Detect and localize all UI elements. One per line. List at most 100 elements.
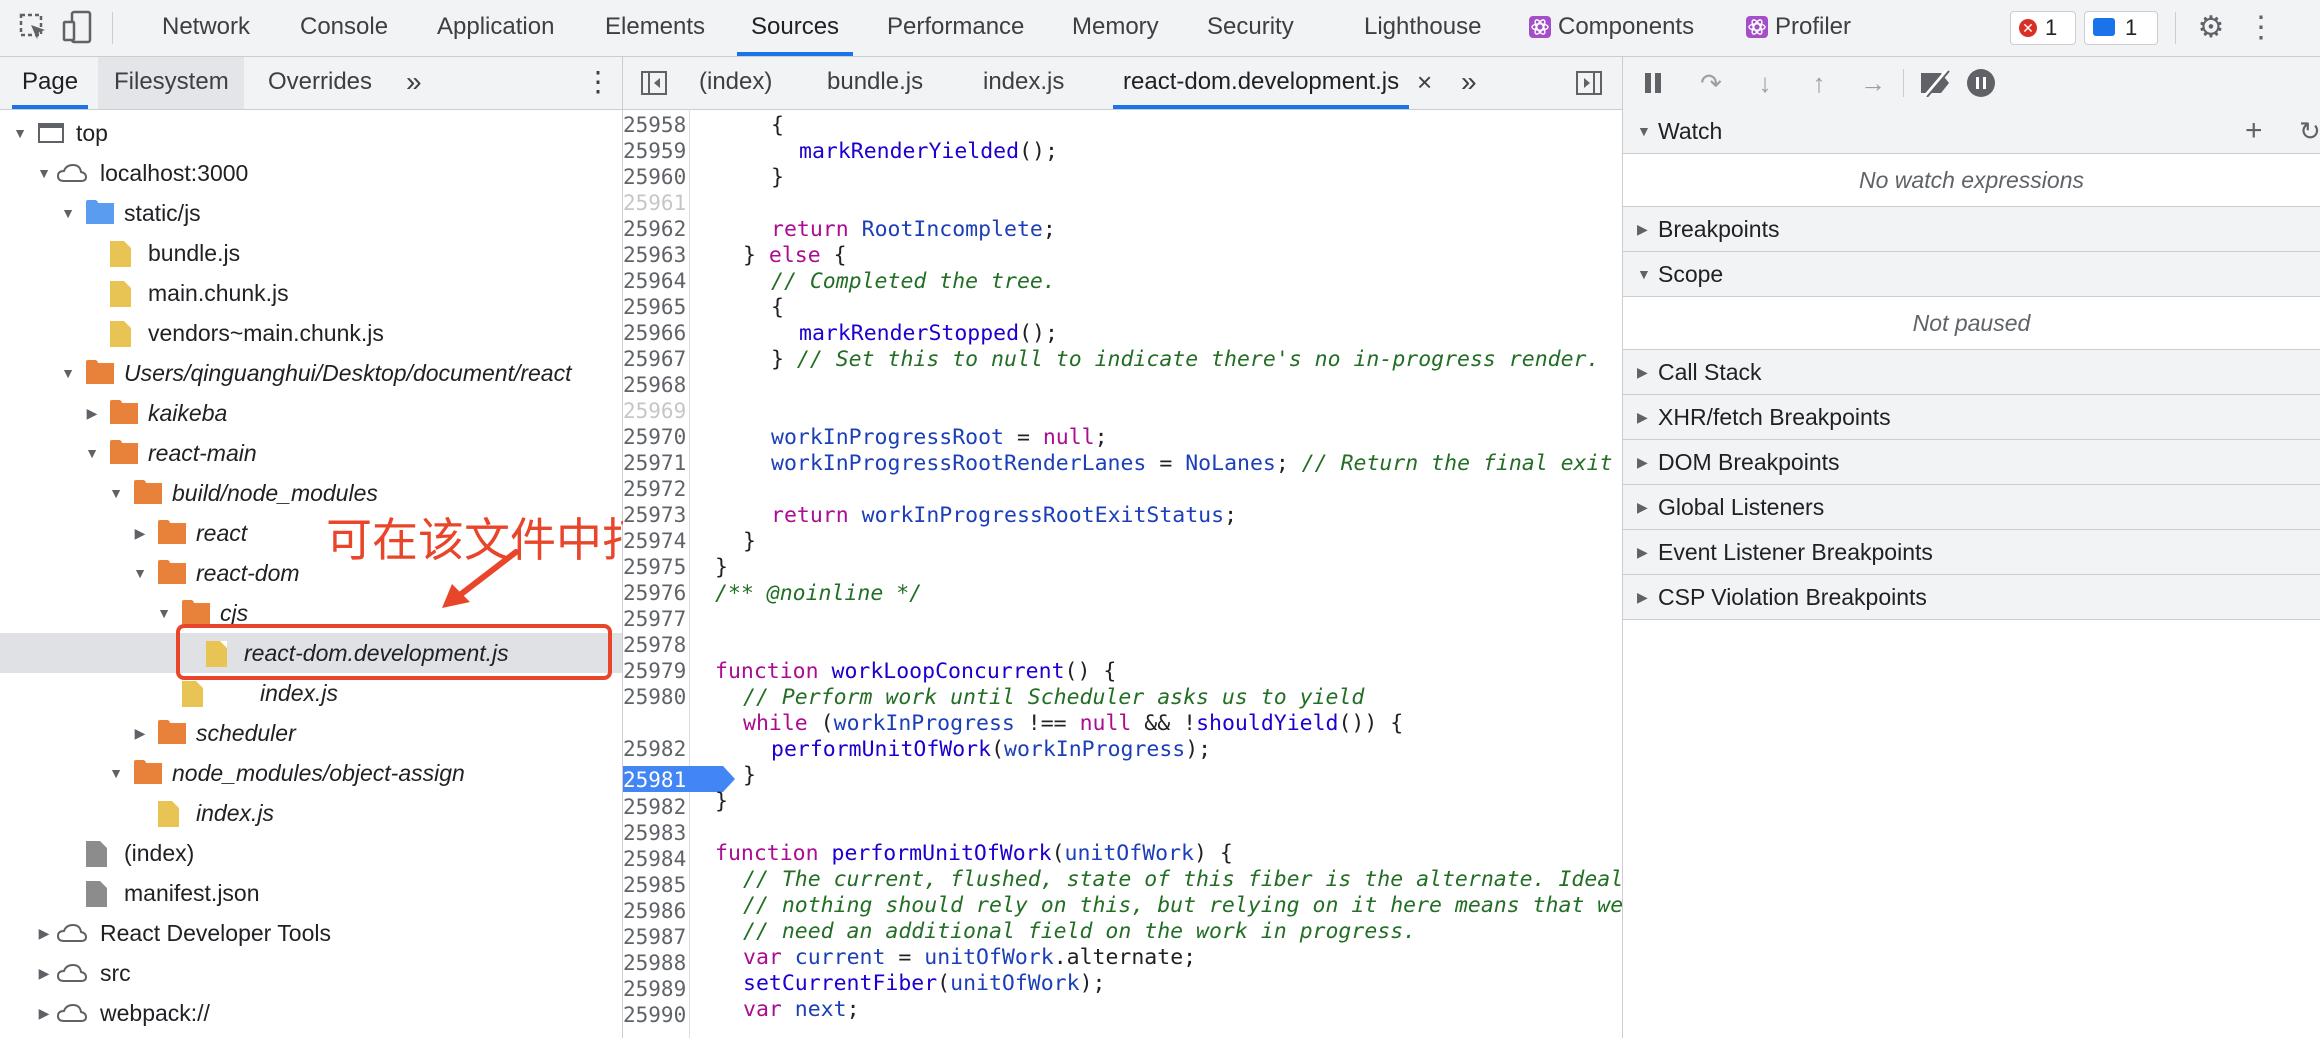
collapsed-arrow-icon[interactable]: ▶ [1637,440,1648,484]
expanded-arrow-icon[interactable]: ▼ [58,193,78,233]
tree-item-object-assign-index[interactable]: index.js [0,793,622,833]
add-watch-icon[interactable]: + [2245,109,2263,153]
tree-item-label: Users/qinguanghui/Desktop/document/react [124,360,572,386]
message-count-badge[interactable]: 1 [2084,11,2158,45]
collapsed-arrow-icon[interactable]: ▶ [1637,530,1648,574]
section-breakpoints[interactable]: ▶ Breakpoints [1623,207,2320,252]
expanded-arrow-icon[interactable]: ▼ [10,113,30,153]
tree-item-build-node-modules[interactable]: ▼ build/node_modules [0,473,622,513]
tree-item-src[interactable]: ▶ src [0,953,622,993]
tree-item-localhost[interactable]: ▼ localhost:3000 [0,153,622,193]
inspect-element-icon[interactable] [18,12,48,42]
code-area[interactable]: { markRenderYielded(); } return RootInco… [623,109,1622,1038]
section-xhr-breakpoints[interactable]: ▶ XHR/fetch Breakpoints [1623,395,2320,440]
section-csp-violation-breakpoints[interactable]: ▶ CSP Violation Breakpoints [1623,575,2320,620]
collapsed-arrow-icon[interactable]: ▶ [1637,575,1648,619]
collapsed-arrow-icon[interactable]: ▶ [1637,395,1648,439]
editor-tab-index[interactable]: (index) [699,57,772,109]
section-event-listener-breakpoints[interactable]: ▶ Event Listener Breakpoints [1623,530,2320,575]
step-over-icon[interactable]: ↷ [1693,55,1729,111]
more-options-icon[interactable]: ⋮ [2236,0,2286,56]
tree-item-webpack[interactable]: ▶ webpack:// [0,993,622,1033]
section-title: Scope [1658,261,1724,287]
tab-profiler[interactable]: Profiler [1775,0,1851,56]
tab-lighthouse[interactable]: Lighthouse [1364,0,1481,56]
expanded-arrow-icon[interactable]: ▼ [82,433,102,473]
step-into-icon[interactable]: ↓ [1747,55,1783,111]
tree-item-react-devtools[interactable]: ▶ React Developer Tools [0,913,622,953]
tab-memory[interactable]: Memory [1072,0,1159,56]
toggle-navigator-icon[interactable] [641,71,667,95]
tree-item-vendors-chunk[interactable]: vendors~main.chunk.js [0,313,622,353]
collapsed-arrow-icon[interactable]: ▶ [1637,350,1648,394]
more-tabs-chevron-icon[interactable]: » [1461,57,1477,109]
collapsed-arrow-icon[interactable]: ▶ [130,513,150,553]
editor-tab-react-dom-development[interactable]: react-dom.development.js [1112,57,1410,109]
tab-console[interactable]: Console [300,0,388,56]
collapsed-arrow-icon[interactable]: ▶ [130,713,150,753]
tab-sources[interactable]: Sources [736,0,854,56]
close-tab-icon[interactable]: × [1417,57,1432,109]
expanded-arrow-icon[interactable]: ▼ [106,473,126,513]
section-global-listeners[interactable]: ▶ Global Listeners [1623,485,2320,530]
expanded-arrow-icon[interactable]: ▼ [58,353,78,393]
collapsed-arrow-icon[interactable]: ▶ [34,953,54,993]
refresh-icon[interactable]: ↻ [2299,109,2320,153]
section-dom-breakpoints[interactable]: ▶ DOM Breakpoints [1623,440,2320,485]
tree-item-react-main[interactable]: ▼ react-main [0,433,622,473]
tree-item-label: react-dom [196,560,300,586]
editor-tab-bundle[interactable]: bundle.js [827,57,923,109]
expanded-arrow-icon[interactable]: ▼ [106,753,126,793]
tree-item-users-folder[interactable]: ▼ Users/qinguanghui/Desktop/document/rea… [0,353,622,393]
tab-network[interactable]: Network [162,0,250,56]
editor-tab-index-js[interactable]: index.js [983,57,1064,109]
section-watch[interactable]: ▼ Watch + ↻ [1623,109,2320,154]
breakpoint-line-number[interactable]: 25981 [623,768,686,792]
expanded-arrow-icon[interactable]: ▼ [154,593,174,633]
pause-icon[interactable] [1645,73,1651,93]
expanded-arrow-icon[interactable]: ▼ [1637,252,1651,296]
device-toolbar-icon[interactable] [62,10,94,44]
expanded-arrow-icon[interactable]: ▼ [1637,109,1651,153]
collapsed-arrow-icon[interactable]: ▶ [34,913,54,953]
collapsed-arrow-icon[interactable]: ▶ [34,993,54,1033]
tab-elements[interactable]: Elements [605,0,705,56]
collapsed-arrow-icon[interactable]: ▶ [82,393,102,433]
tab-performance[interactable]: Performance [887,0,1024,56]
toggle-debugger-icon[interactable] [1576,71,1602,95]
tree-item-kaikeba[interactable]: ▶ kaikeba [0,393,622,433]
tab-application[interactable]: Application [437,0,554,56]
error-count-badge[interactable]: ✕ 1 [2010,11,2076,45]
collapsed-arrow-icon[interactable]: ▶ [1637,485,1648,529]
tab-filesystem[interactable]: Filesystem [114,57,229,109]
step-icon[interactable]: → [1855,55,1891,111]
collapsed-arrow-icon[interactable]: ▶ [1637,207,1648,251]
settings-gear-icon[interactable]: ⚙ [2186,0,2236,56]
tab-security[interactable]: Security [1207,0,1294,56]
tab-page[interactable]: Page [11,57,89,109]
tree-item-main-chunk[interactable]: main.chunk.js [0,273,622,313]
expanded-arrow-icon[interactable]: ▼ [130,553,150,593]
tree-item-bundle-js[interactable]: bundle.js [0,233,622,273]
pause-on-exceptions-icon[interactable] [1967,69,1995,97]
tab-overrides[interactable]: Overrides [268,57,372,109]
tree-item-scheduler[interactable]: ▶ scheduler [0,713,622,753]
step-out-icon[interactable]: ↑ [1801,55,1837,111]
more-tabs-chevron-icon[interactable]: » [406,57,422,109]
deactivate-breakpoints-icon[interactable] [1919,69,1953,97]
tree-item-index-doc[interactable]: (index) [0,833,622,873]
tree-item-label: scheduler [196,720,296,746]
tree-item-static-js[interactable]: ▼ static/js [0,193,622,233]
debugger-toolbar: ↷ ↓ ↑ → [1623,57,2320,110]
section-call-stack[interactable]: ▶ Call Stack [1623,350,2320,395]
tree-item-label: vendors~main.chunk.js [148,320,384,346]
section-scope[interactable]: ▼ Scope [1623,252,2320,297]
navigator-menu-icon[interactable]: ⋮ [584,57,612,109]
expanded-arrow-icon[interactable]: ▼ [34,153,54,193]
message-icon [2093,18,2115,36]
tree-item-manifest[interactable]: manifest.json [0,873,622,913]
tree-item-object-assign[interactable]: ▼ node_modules/object-assign [0,753,622,793]
scope-empty-message: Not paused [1623,297,2320,350]
tab-components[interactable]: Components [1558,0,1694,56]
tree-item-top[interactable]: ▼ top [0,113,622,153]
